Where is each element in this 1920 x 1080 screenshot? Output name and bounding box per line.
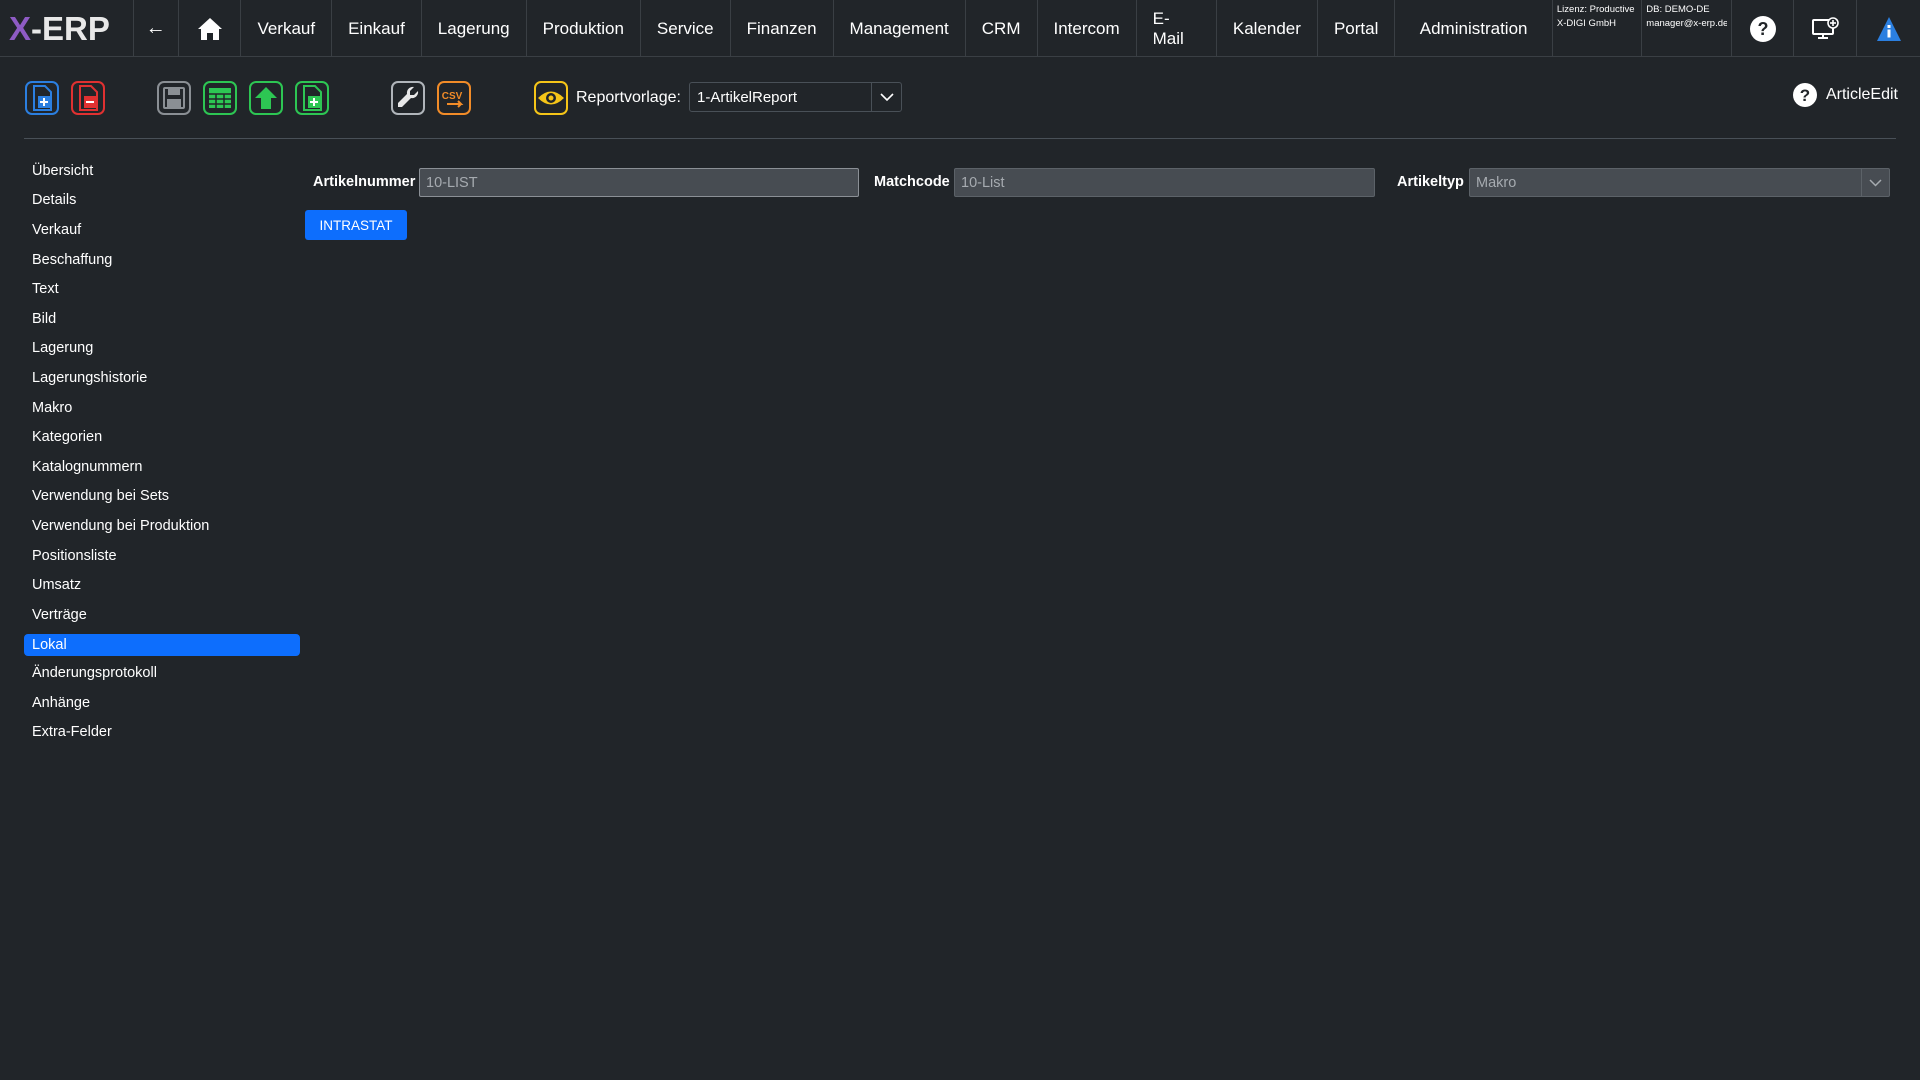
svg-text:?: ? xyxy=(1757,19,1768,39)
save-button[interactable] xyxy=(156,80,192,116)
nav-intercom[interactable]: Intercom xyxy=(1038,0,1137,57)
home-icon xyxy=(197,17,222,40)
nav-finanzen[interactable]: Finanzen xyxy=(731,0,834,57)
new-document-icon xyxy=(25,81,59,115)
sidebar-item-umsatz[interactable]: Umsatz xyxy=(24,570,300,600)
toolbar: CSV Reportvorlage: 1-ArtikelReport ? Art… xyxy=(0,80,1920,120)
nav-email[interactable]: E-Mail xyxy=(1137,0,1217,57)
logo-text: -ERP xyxy=(31,9,110,47)
help-button[interactable]: ? xyxy=(1732,0,1795,57)
sidebar-item-extra-felder[interactable]: Extra-Felder xyxy=(24,718,300,748)
artikeltyp-value: Makro xyxy=(1476,174,1517,191)
upload-house-icon xyxy=(249,81,283,115)
sidebar-item-kategorien[interactable]: Kategorien xyxy=(24,422,300,452)
intrastat-button[interactable]: INTRASTAT xyxy=(305,210,407,240)
sidebar-item-katalognummern[interactable]: Katalognummern xyxy=(24,452,300,482)
add-document-button[interactable] xyxy=(294,80,330,116)
delete-document-button[interactable] xyxy=(70,80,106,116)
add-document-icon xyxy=(295,81,329,115)
chevron-down-icon[interactable] xyxy=(1861,169,1889,196)
eye-icon xyxy=(534,81,568,115)
article-edit-help[interactable]: ? ArticleEdit xyxy=(1792,82,1898,108)
divider xyxy=(24,138,1896,139)
nav-produktion[interactable]: Produktion xyxy=(527,0,641,57)
remote-desktop-button[interactable] xyxy=(1794,0,1858,57)
report-template-label: Reportvorlage: xyxy=(576,89,681,106)
sidebar-item-lokal[interactable]: Lokal xyxy=(24,633,300,656)
license-info: Lizenz: Productive X-DIGI GmbH xyxy=(1553,0,1643,57)
artikelnummer-field[interactable]: 10-LIST xyxy=(419,168,859,197)
matchcode-field[interactable]: 10-List xyxy=(954,168,1375,197)
article-edit-label: ArticleEdit xyxy=(1825,86,1898,103)
sidebar-item-makro[interactable]: Makro xyxy=(24,393,300,423)
settings-button[interactable] xyxy=(390,80,426,116)
save-floppy-icon xyxy=(157,81,191,115)
sidebar-item-beschaffung[interactable]: Beschaffung xyxy=(24,245,300,275)
nav-management[interactable]: Management xyxy=(834,0,966,57)
sidebar-item-details[interactable]: Details xyxy=(24,186,300,216)
user-email-text: manager@x-erp.de xyxy=(1646,18,1727,29)
sidebar-item-verkauf[interactable]: Verkauf xyxy=(24,215,300,245)
preview-button[interactable] xyxy=(533,80,569,116)
sidebar-item-lagerungshistorie[interactable]: Lagerungshistorie xyxy=(24,363,300,393)
chevron-down-icon[interactable] xyxy=(871,83,901,111)
wrench-icon xyxy=(391,81,425,115)
sidebar-item-anhaenge[interactable]: Anhänge xyxy=(24,688,300,718)
sidebar-item-uebersicht[interactable]: Übersicht xyxy=(24,156,300,186)
report-template-select[interactable]: 1-ArtikelReport xyxy=(689,82,902,112)
question-circle-icon: ? xyxy=(1792,83,1817,107)
back-button[interactable]: ← xyxy=(134,0,179,57)
sidebar-item-verwendung-sets[interactable]: Verwendung bei Sets xyxy=(24,482,300,512)
sidebar-item-aenderungsprotokoll[interactable]: Änderungsprotokoll xyxy=(24,659,300,689)
nav-einkauf[interactable]: Einkauf xyxy=(332,0,422,57)
sidebar-item-text[interactable]: Text xyxy=(24,274,300,304)
nav-crm[interactable]: CRM xyxy=(966,0,1038,57)
nav-administration[interactable]: Administration xyxy=(1395,0,1553,57)
table-icon xyxy=(203,81,237,115)
info-button[interactable] xyxy=(1857,0,1920,57)
question-circle-icon: ? xyxy=(1749,15,1776,42)
db-info: DB: DEMO-DE manager@x-erp.de xyxy=(1642,0,1732,57)
delete-document-icon xyxy=(71,81,105,115)
csv-label: CSV xyxy=(442,91,463,102)
home-button[interactable] xyxy=(179,0,242,57)
artikeltyp-select[interactable]: Makro xyxy=(1469,168,1890,197)
sidebar-item-lagerung[interactable]: Lagerung xyxy=(24,334,300,364)
logo-x: X xyxy=(9,9,32,47)
company-text: X-DIGI GmbH xyxy=(1556,18,1617,29)
report-template-value: 1-ArtikelReport xyxy=(697,88,798,106)
back-arrow-icon: ← xyxy=(145,17,166,39)
info-triangle-icon xyxy=(1876,16,1901,41)
artikeltyp-label: Artikeltyp xyxy=(1397,174,1464,190)
nav-service[interactable]: Service xyxy=(641,0,731,57)
sidebar-item-vertraege[interactable]: Verträge xyxy=(24,600,300,630)
nav-kalender[interactable]: Kalender xyxy=(1217,0,1318,57)
matchcode-label: Matchcode xyxy=(874,174,950,190)
artikelnummer-label: Artikelnummer xyxy=(313,174,416,190)
csv-export-icon: CSV xyxy=(437,81,471,115)
upload-button[interactable] xyxy=(248,80,284,116)
license-text: Lizenz: Productive xyxy=(1556,4,1635,15)
nav-lagerung[interactable]: Lagerung xyxy=(422,0,527,57)
sidebar-menu: Übersicht Details Verkauf Beschaffung Te… xyxy=(24,156,300,747)
csv-export-button[interactable]: CSV xyxy=(436,80,472,116)
svg-text:?: ? xyxy=(1800,86,1810,105)
table-view-button[interactable] xyxy=(202,80,238,116)
new-document-button[interactable] xyxy=(24,80,60,116)
sidebar-item-bild[interactable]: Bild xyxy=(24,304,300,334)
db-text: DB: DEMO-DE xyxy=(1646,4,1710,15)
nav-portal[interactable]: Portal xyxy=(1318,0,1396,57)
matchcode-value: 10-List xyxy=(961,174,1005,191)
sidebar-item-verwendung-produktion[interactable]: Verwendung bei Produktion xyxy=(24,511,300,541)
top-navbar: X-ERP ← Verkauf Einkauf Lagerung Produkt… xyxy=(0,0,1920,57)
sidebar-item-positionsliste[interactable]: Positionsliste xyxy=(24,541,300,571)
artikelnummer-value: 10-LIST xyxy=(426,174,478,191)
monitor-plus-icon xyxy=(1812,16,1840,39)
app-logo[interactable]: X-ERP xyxy=(0,0,134,57)
nav-verkauf[interactable]: Verkauf xyxy=(241,0,333,57)
